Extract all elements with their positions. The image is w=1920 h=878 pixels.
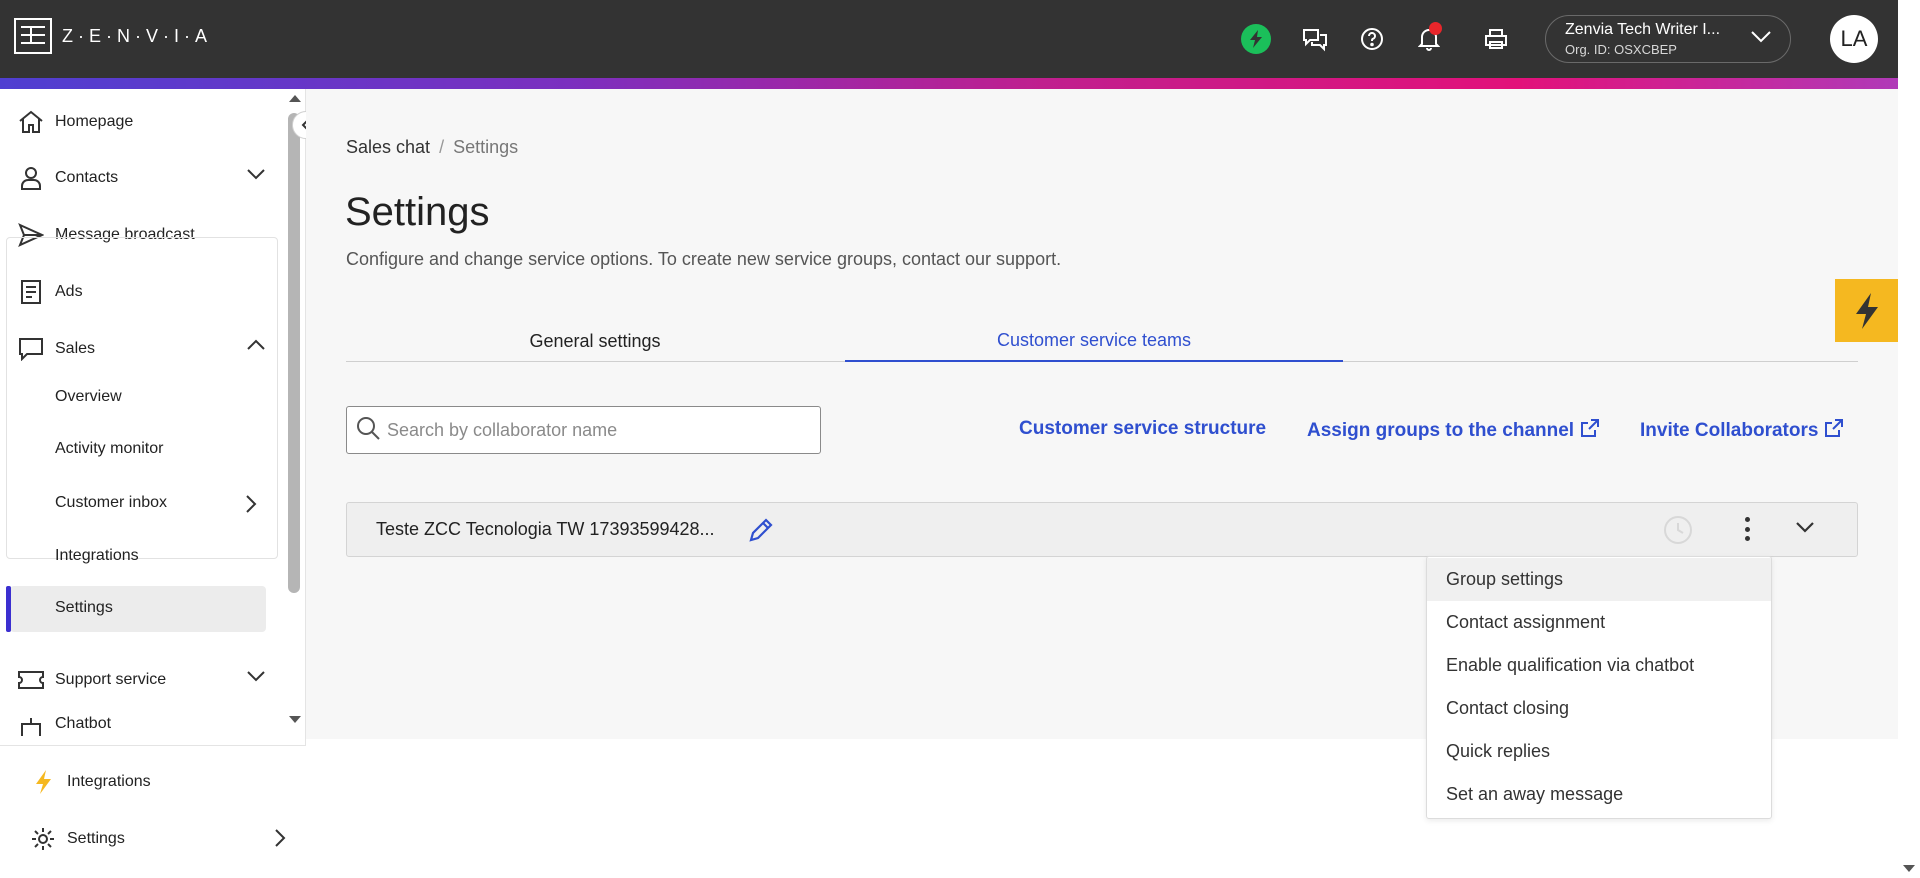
active-item-highlight xyxy=(10,586,266,632)
bolt-icon xyxy=(1855,292,1878,329)
chat-icon xyxy=(16,334,46,364)
menu-item-enable-qualification[interactable]: Enable qualification via chatbot xyxy=(1427,644,1771,687)
chevron-right-icon xyxy=(245,494,257,519)
more-options-icon[interactable] xyxy=(1737,514,1757,544)
sidebar-item-sales[interactable]: Sales xyxy=(16,329,274,369)
sidebar-item-homepage[interactable]: Homepage xyxy=(16,102,274,142)
footer-item-settings[interactable]: Settings xyxy=(28,819,286,859)
sidebar-item-chatbot[interactable]: Chatbot xyxy=(16,716,274,736)
footer-item-label: Integrations xyxy=(67,773,151,790)
logo-text: Z·E·N·V·I·A xyxy=(62,25,212,46)
chat-bubbles-icon[interactable] xyxy=(1300,24,1330,54)
external-link-icon xyxy=(1824,418,1844,444)
sidebar-item-label: Customer inbox xyxy=(55,494,168,511)
link-label: Customer service structure xyxy=(1019,418,1267,439)
ticket-icon xyxy=(16,665,46,695)
group-name: Teste ZCC Tecnologia TW 17393599428... xyxy=(376,519,715,539)
breadcrumb-current: Settings xyxy=(453,137,519,157)
menu-item-contact-assignment[interactable]: Contact assignment xyxy=(1427,601,1771,644)
menu-item-quick-replies[interactable]: Quick replies xyxy=(1427,730,1771,773)
page-title: Settings xyxy=(345,190,490,234)
chevron-down-icon[interactable] xyxy=(1794,520,1816,539)
logo-mark-icon xyxy=(14,18,52,54)
customer-service-structure-link[interactable]: Customer service structure xyxy=(1019,418,1266,440)
page-scrollbar[interactable] xyxy=(1898,0,1920,878)
active-indicator xyxy=(6,586,11,632)
pencil-icon[interactable] xyxy=(747,516,775,549)
page-description: Configure and change service options. To… xyxy=(346,249,1062,269)
notification-dot xyxy=(1429,22,1442,35)
sidebar-item-label: Chatbot xyxy=(55,716,112,732)
sidebar-item-integrations[interactable]: Integrations xyxy=(55,536,139,576)
sidebar-item-overview[interactable]: Overview xyxy=(55,377,122,417)
chevron-right-icon xyxy=(274,828,286,853)
tab-customer-service-teams[interactable]: Customer service teams xyxy=(845,320,1343,362)
sidebar-item-label: Contacts xyxy=(55,169,119,186)
group-row[interactable]: Teste ZCC Tecnologia TW 17393599428... xyxy=(346,502,1858,557)
bolt-icon xyxy=(28,767,58,797)
chevron-up-icon[interactable] xyxy=(246,338,266,356)
footer-item-label: Settings xyxy=(67,830,125,847)
chevron-down-icon[interactable] xyxy=(246,669,266,687)
chevron-down-icon[interactable] xyxy=(246,167,266,185)
link-label: Invite Collaborators xyxy=(1640,420,1819,441)
printer-icon[interactable] xyxy=(1481,24,1511,54)
invite-collaborators-link[interactable]: Invite Collaborators xyxy=(1640,418,1844,444)
menu-item-away-message[interactable]: Set an away message xyxy=(1427,773,1771,816)
search-input[interactable] xyxy=(387,419,807,441)
sidebar-item-activity-monitor[interactable]: Activity monitor xyxy=(55,429,163,469)
home-icon xyxy=(16,107,46,137)
breadcrumb-link-sales-chat[interactable]: Sales chat xyxy=(346,137,430,157)
menu-item-group-settings[interactable]: Group settings xyxy=(1427,558,1771,601)
link-label: Assign groups to the channel xyxy=(1307,420,1575,441)
external-link-icon xyxy=(1580,418,1600,444)
lightning-status-icon[interactable] xyxy=(1241,24,1271,54)
footer-item-integrations[interactable]: Integrations xyxy=(28,762,286,802)
chevron-down-icon xyxy=(1750,30,1772,49)
gear-icon xyxy=(28,824,58,854)
lightning-action-tab[interactable] xyxy=(1835,279,1898,342)
zenvia-logo[interactable]: Z·E·N·V·I·A xyxy=(14,18,212,54)
sidebar-scrollbar-thumb[interactable] xyxy=(288,113,300,593)
tab-general-settings[interactable]: General settings xyxy=(346,320,844,362)
bot-icon xyxy=(16,716,46,736)
sidebar-footer: Integrations Settings xyxy=(0,745,306,878)
sidebar-item-label: Homepage xyxy=(55,113,134,130)
menu-item-contact-closing[interactable]: Contact closing xyxy=(1427,687,1771,730)
help-icon[interactable] xyxy=(1357,24,1387,54)
sidebar-item-customer-inbox[interactable]: Customer inbox xyxy=(55,483,265,523)
sidebar-item-contacts[interactable]: Contacts xyxy=(16,158,274,198)
avatar[interactable]: LA xyxy=(1830,15,1878,63)
breadcrumb-separator: / xyxy=(439,137,445,157)
tab-bar: General settings Customer service teams xyxy=(346,320,1858,362)
sidebar-item-support-service[interactable]: Support service xyxy=(16,660,274,700)
assign-groups-link[interactable]: Assign groups to the channel xyxy=(1307,418,1600,444)
user-icon xyxy=(16,163,46,193)
search-field[interactable] xyxy=(346,406,821,454)
search-icon xyxy=(355,415,381,446)
top-bar: Z·E·N·V·I·A Zenvia Tech Writer I... Org.… xyxy=(0,0,1898,78)
sidebar-item-label: Support service xyxy=(55,671,167,688)
org-selector[interactable]: Zenvia Tech Writer I... Org. ID: OSXCBEP xyxy=(1545,15,1791,63)
brand-gradient-bar xyxy=(0,78,1898,89)
clock-icon xyxy=(1663,515,1693,550)
notification-bell-icon[interactable] xyxy=(1414,22,1444,54)
group-options-menu: Group settings Contact assignment Enable… xyxy=(1426,556,1772,819)
sidebar-item-label: Sales xyxy=(55,340,96,357)
sidebar-item-settings[interactable]: Settings xyxy=(55,588,113,628)
breadcrumb: Sales chat / Settings xyxy=(346,137,518,158)
